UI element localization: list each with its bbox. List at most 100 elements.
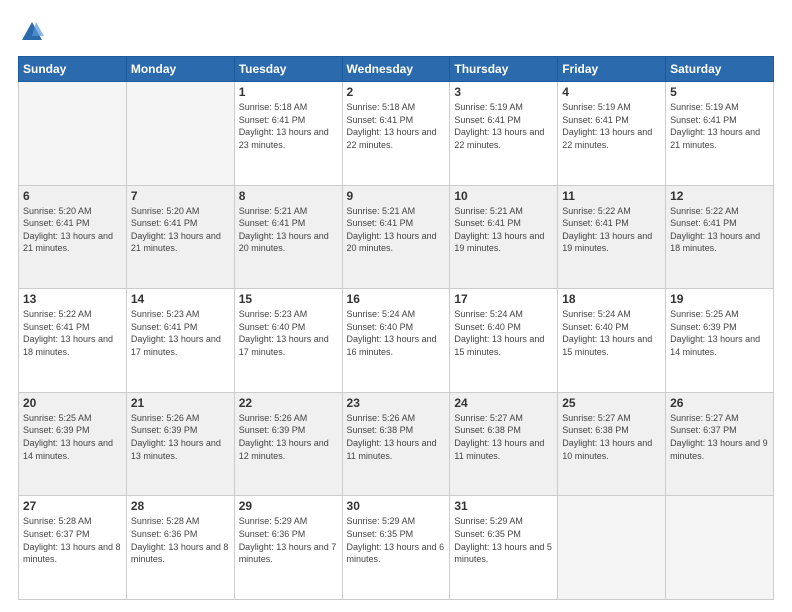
day-info: Sunrise: 5:19 AM Sunset: 6:41 PM Dayligh… — [562, 101, 661, 151]
day-info: Sunrise: 5:29 AM Sunset: 6:35 PM Dayligh… — [347, 515, 446, 565]
calendar-week-row: 1 Sunrise: 5:18 AM Sunset: 6:41 PM Daylig… — [19, 82, 774, 186]
weekday-header-sunday: Sunday — [19, 57, 127, 82]
calendar-cell: 21 Sunrise: 5:26 AM Sunset: 6:39 PM Dayli… — [126, 392, 234, 496]
day-info: Sunrise: 5:22 AM Sunset: 6:41 PM Dayligh… — [23, 308, 122, 358]
day-info: Sunrise: 5:18 AM Sunset: 6:41 PM Dayligh… — [347, 101, 446, 151]
calendar-cell: 13 Sunrise: 5:22 AM Sunset: 6:41 PM Dayli… — [19, 289, 127, 393]
day-number: 24 — [454, 396, 553, 410]
calendar-cell: 1 Sunrise: 5:18 AM Sunset: 6:41 PM Daylig… — [234, 82, 342, 186]
day-info: Sunrise: 5:27 AM Sunset: 6:37 PM Dayligh… — [670, 412, 769, 462]
day-number: 15 — [239, 292, 338, 306]
day-info: Sunrise: 5:23 AM Sunset: 6:41 PM Dayligh… — [131, 308, 230, 358]
header — [18, 18, 774, 46]
logo — [18, 18, 50, 46]
weekday-header-tuesday: Tuesday — [234, 57, 342, 82]
calendar-cell: 23 Sunrise: 5:26 AM Sunset: 6:38 PM Dayli… — [342, 392, 450, 496]
calendar-cell — [558, 496, 666, 600]
calendar-cell: 18 Sunrise: 5:24 AM Sunset: 6:40 PM Dayli… — [558, 289, 666, 393]
calendar-cell: 15 Sunrise: 5:23 AM Sunset: 6:40 PM Dayli… — [234, 289, 342, 393]
day-info: Sunrise: 5:20 AM Sunset: 6:41 PM Dayligh… — [131, 205, 230, 255]
weekday-header-monday: Monday — [126, 57, 234, 82]
day-info: Sunrise: 5:24 AM Sunset: 6:40 PM Dayligh… — [562, 308, 661, 358]
day-info: Sunrise: 5:22 AM Sunset: 6:41 PM Dayligh… — [562, 205, 661, 255]
calendar-cell: 2 Sunrise: 5:18 AM Sunset: 6:41 PM Daylig… — [342, 82, 450, 186]
day-info: Sunrise: 5:20 AM Sunset: 6:41 PM Dayligh… — [23, 205, 122, 255]
calendar-cell: 26 Sunrise: 5:27 AM Sunset: 6:37 PM Dayli… — [666, 392, 774, 496]
calendar-cell: 27 Sunrise: 5:28 AM Sunset: 6:37 PM Dayli… — [19, 496, 127, 600]
day-number: 8 — [239, 189, 338, 203]
calendar-cell: 24 Sunrise: 5:27 AM Sunset: 6:38 PM Dayli… — [450, 392, 558, 496]
day-number: 11 — [562, 189, 661, 203]
day-info: Sunrise: 5:28 AM Sunset: 6:37 PM Dayligh… — [23, 515, 122, 565]
day-info: Sunrise: 5:22 AM Sunset: 6:41 PM Dayligh… — [670, 205, 769, 255]
calendar-cell: 22Sunrise: 5:26 AM Sunset: 6:39 PM Dayli… — [234, 392, 342, 496]
day-number: 14 — [131, 292, 230, 306]
day-info: Sunrise: 5:27 AM Sunset: 6:38 PM Dayligh… — [454, 412, 553, 462]
weekday-header-saturday: Saturday — [666, 57, 774, 82]
calendar-cell: 5 Sunrise: 5:19 AM Sunset: 6:41 PM Daylig… — [666, 82, 774, 186]
day-number: 2 — [347, 85, 446, 99]
calendar-week-row: 20Sunrise: 5:25 AM Sunset: 6:39 PM Dayli… — [19, 392, 774, 496]
day-number: 30 — [347, 499, 446, 513]
calendar-cell: 20Sunrise: 5:25 AM Sunset: 6:39 PM Dayli… — [19, 392, 127, 496]
day-info: Sunrise: 5:25 AM Sunset: 6:39 PM Dayligh… — [23, 412, 122, 462]
weekday-header-thursday: Thursday — [450, 57, 558, 82]
day-number: 31 — [454, 499, 553, 513]
calendar-cell: 6 Sunrise: 5:20 AM Sunset: 6:41 PM Daylig… — [19, 185, 127, 289]
weekday-header-friday: Friday — [558, 57, 666, 82]
day-number: 26 — [670, 396, 769, 410]
calendar-cell — [666, 496, 774, 600]
calendar-cell: 4Sunrise: 5:19 AM Sunset: 6:41 PM Daylig… — [558, 82, 666, 186]
weekday-header-row: SundayMondayTuesdayWednesdayThursdayFrid… — [19, 57, 774, 82]
day-number: 21 — [131, 396, 230, 410]
day-number: 9 — [347, 189, 446, 203]
calendar-cell: 14 Sunrise: 5:23 AM Sunset: 6:41 PM Dayli… — [126, 289, 234, 393]
day-number: 25 — [562, 396, 661, 410]
calendar-cell: 16Sunrise: 5:24 AM Sunset: 6:40 PM Dayli… — [342, 289, 450, 393]
day-info: Sunrise: 5:25 AM Sunset: 6:39 PM Dayligh… — [670, 308, 769, 358]
day-number: 27 — [23, 499, 122, 513]
day-number: 22 — [239, 396, 338, 410]
calendar-week-row: 6 Sunrise: 5:20 AM Sunset: 6:41 PM Daylig… — [19, 185, 774, 289]
day-info: Sunrise: 5:23 AM Sunset: 6:40 PM Dayligh… — [239, 308, 338, 358]
calendar-cell: 29 Sunrise: 5:29 AM Sunset: 6:36 PM Dayli… — [234, 496, 342, 600]
day-number: 5 — [670, 85, 769, 99]
calendar-cell: 19Sunrise: 5:25 AM Sunset: 6:39 PM Dayli… — [666, 289, 774, 393]
day-number: 16 — [347, 292, 446, 306]
calendar-cell: 12Sunrise: 5:22 AM Sunset: 6:41 PM Dayli… — [666, 185, 774, 289]
calendar-cell: 3 Sunrise: 5:19 AM Sunset: 6:41 PM Daylig… — [450, 82, 558, 186]
day-info: Sunrise: 5:18 AM Sunset: 6:41 PM Dayligh… — [239, 101, 338, 151]
day-info: Sunrise: 5:19 AM Sunset: 6:41 PM Dayligh… — [454, 101, 553, 151]
day-number: 3 — [454, 85, 553, 99]
calendar-table: SundayMondayTuesdayWednesdayThursdayFrid… — [18, 56, 774, 600]
day-number: 18 — [562, 292, 661, 306]
day-number: 17 — [454, 292, 553, 306]
day-info: Sunrise: 5:21 AM Sunset: 6:41 PM Dayligh… — [454, 205, 553, 255]
day-info: Sunrise: 5:21 AM Sunset: 6:41 PM Dayligh… — [239, 205, 338, 255]
day-number: 23 — [347, 396, 446, 410]
calendar-cell: 11 Sunrise: 5:22 AM Sunset: 6:41 PM Dayli… — [558, 185, 666, 289]
day-number: 28 — [131, 499, 230, 513]
page: SundayMondayTuesdayWednesdayThursdayFrid… — [0, 0, 792, 612]
day-info: Sunrise: 5:24 AM Sunset: 6:40 PM Dayligh… — [454, 308, 553, 358]
calendar-cell: 9 Sunrise: 5:21 AM Sunset: 6:41 PM Daylig… — [342, 185, 450, 289]
day-info: Sunrise: 5:19 AM Sunset: 6:41 PM Dayligh… — [670, 101, 769, 151]
day-info: Sunrise: 5:29 AM Sunset: 6:36 PM Dayligh… — [239, 515, 338, 565]
calendar-cell: 28 Sunrise: 5:28 AM Sunset: 6:36 PM Dayli… — [126, 496, 234, 600]
day-number: 10 — [454, 189, 553, 203]
day-info: Sunrise: 5:26 AM Sunset: 6:38 PM Dayligh… — [347, 412, 446, 462]
calendar-cell: 8 Sunrise: 5:21 AM Sunset: 6:41 PM Daylig… — [234, 185, 342, 289]
day-info: Sunrise: 5:26 AM Sunset: 6:39 PM Dayligh… — [131, 412, 230, 462]
day-number: 29 — [239, 499, 338, 513]
calendar-cell — [126, 82, 234, 186]
day-info: Sunrise: 5:21 AM Sunset: 6:41 PM Dayligh… — [347, 205, 446, 255]
calendar-cell: 25Sunrise: 5:27 AM Sunset: 6:38 PM Dayli… — [558, 392, 666, 496]
day-number: 6 — [23, 189, 122, 203]
day-number: 13 — [23, 292, 122, 306]
calendar-cell: 7 Sunrise: 5:20 AM Sunset: 6:41 PM Daylig… — [126, 185, 234, 289]
day-number: 7 — [131, 189, 230, 203]
calendar-week-row: 27 Sunrise: 5:28 AM Sunset: 6:37 PM Dayli… — [19, 496, 774, 600]
day-info: Sunrise: 5:28 AM Sunset: 6:36 PM Dayligh… — [131, 515, 230, 565]
day-number: 1 — [239, 85, 338, 99]
calendar-cell: 17 Sunrise: 5:24 AM Sunset: 6:40 PM Dayli… — [450, 289, 558, 393]
